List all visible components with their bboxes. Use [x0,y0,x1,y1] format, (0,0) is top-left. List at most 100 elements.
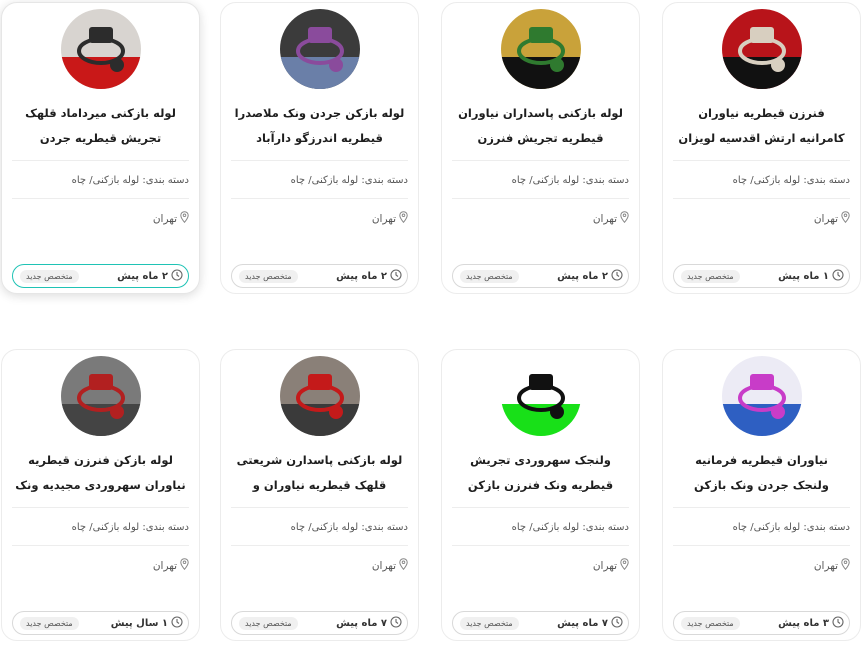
divider [231,507,408,508]
location-label: تهران [152,212,177,225]
posted-time: ۷ ماه پیش [557,615,623,631]
listing-title[interactable]: لوله بازکن جردن ونک ملاصدرا قیطریه اندرز… [233,101,406,153]
listing-card[interactable]: لوله بازکن جردن ونک ملاصدرا قیطریه اندرز… [220,2,419,294]
divider [12,160,189,161]
posted-time: ۲ ماه پیش [557,268,623,284]
listing-category: دسته بندی: لوله بازکنی/ چاه [290,175,408,186]
listing-location: تهران [814,558,850,573]
listing-location: تهران [593,558,629,573]
listing-footer: ۱ ماه پیش متخصص جدید [673,264,850,288]
location-pin-icon [841,211,850,226]
location-label: تهران [592,559,617,572]
clock-icon [611,268,623,284]
location-label: تهران [813,212,838,225]
location-label: تهران [813,559,838,572]
location-pin-icon [620,558,629,573]
new-specialist-badge: متخصص جدید [20,616,79,630]
posted-time: ۱ ماه پیش [778,268,844,284]
clock-icon [832,615,844,631]
divider [12,545,189,546]
listing-location: تهران [593,211,629,226]
location-pin-icon [841,558,850,573]
location-label: تهران [371,559,396,572]
location-label: تهران [152,559,177,572]
listing-location: تهران [372,558,408,573]
listing-title[interactable]: لوله بازکنی پاسدارن شریعتی قلهک قیطریه ن… [233,448,406,500]
listing-card[interactable]: فنرزن قیطریه نیاوران کامرانیه ارتش اقدسی… [662,2,861,294]
listing-photo[interactable] [500,356,581,436]
divider [452,198,629,199]
divider [12,507,189,508]
divider [673,545,850,546]
listing-footer: ۷ ماه پیش متخصص جدید [452,611,629,635]
new-specialist-badge: متخصص جدید [20,269,79,283]
listing-category: دسته بندی: لوله بازکنی/ چاه [71,522,189,533]
listing-card[interactable]: لوله بازکنی پاسداران نیاوران قیطریه تجری… [441,2,640,294]
listing-photo[interactable] [279,9,360,89]
listing-photo[interactable] [60,9,141,89]
posted-time: ۳ ماه پیش [778,615,844,631]
listing-location: تهران [372,211,408,226]
new-specialist-badge: متخصص جدید [460,269,519,283]
divider [673,198,850,199]
listing-footer: ۲ ماه پیش متخصص جدید [452,264,629,288]
posted-time: ۷ ماه پیش [336,615,402,631]
listing-photo[interactable] [721,9,802,89]
location-label: تهران [592,212,617,225]
listing-category: دسته بندی: لوله بازکنی/ چاه [732,175,850,186]
divider [452,507,629,508]
listing-footer: ۳ ماه پیش متخصص جدید [673,611,850,635]
posted-time-label: ۲ ماه پیش [336,270,387,282]
listing-card[interactable]: لوله بازکنی میرداماد قلهک تجریش قیطریه ج… [1,2,200,294]
listing-location: تهران [814,211,850,226]
listing-title[interactable]: لوله بازکنی میرداماد قلهک تجریش قیطریه ج… [14,101,187,153]
listing-photo[interactable] [500,9,581,89]
listing-card[interactable]: لوله بازکنی پاسدارن شریعتی قلهک قیطریه ن… [220,349,419,641]
listing-card[interactable]: نیاوران قیطریه فرمانیه ولنجک جردن ونک با… [662,349,861,641]
listing-footer: ۲ ماه پیش متخصص جدید [231,264,408,288]
posted-time: ۱ سال پیش [111,615,183,631]
listing-title[interactable]: ولنجک سهروردی تجریش قیطریه ونک فنرزن باز… [454,448,627,500]
new-specialist-badge: متخصص جدید [239,269,298,283]
divider [231,198,408,199]
location-pin-icon [180,211,189,226]
listing-category: دسته بندی: لوله بازکنی/ چاه [511,175,629,186]
listing-location: تهران [153,558,189,573]
listing-card[interactable]: ولنجک سهروردی تجریش قیطریه ونک فنرزن باز… [441,349,640,641]
location-pin-icon [399,558,408,573]
location-label: تهران [371,212,396,225]
listing-category: دسته بندی: لوله بازکنی/ چاه [732,522,850,533]
clock-icon [390,615,402,631]
posted-time-label: ۷ ماه پیش [557,617,608,629]
posted-time: ۲ ماه پیش [117,268,183,284]
location-pin-icon [399,211,408,226]
new-specialist-badge: متخصص جدید [239,616,298,630]
listing-category: دسته بندی: لوله بازکنی/ چاه [511,522,629,533]
listing-title[interactable]: فنرزن قیطریه نیاوران کامرانیه ارتش اقدسی… [675,101,848,153]
listing-footer: ۲ ماه پیش متخصص جدید [12,264,189,288]
divider [452,545,629,546]
listing-category: دسته بندی: لوله بازکنی/ چاه [71,175,189,186]
listing-title[interactable]: لوله بازکنی پاسداران نیاوران قیطریه تجری… [454,101,627,153]
listing-title[interactable]: نیاوران قیطریه فرمانیه ولنجک جردن ونک با… [675,448,848,500]
listing-grid: لوله بازکنی میرداماد قلهک تجریش قیطریه ج… [0,0,867,645]
listing-photo[interactable] [279,356,360,436]
posted-time: ۲ ماه پیش [336,268,402,284]
posted-time-label: ۲ ماه پیش [117,270,168,282]
listing-location: تهران [153,211,189,226]
divider [452,160,629,161]
posted-time-label: ۱ ماه پیش [778,270,829,282]
clock-icon [832,268,844,284]
new-specialist-badge: متخصص جدید [681,269,740,283]
new-specialist-badge: متخصص جدید [460,616,519,630]
divider [12,198,189,199]
listing-footer: ۱ سال پیش متخصص جدید [12,611,189,635]
clock-icon [611,615,623,631]
clock-icon [171,615,183,631]
listing-photo[interactable] [721,356,802,436]
divider [231,160,408,161]
listing-card[interactable]: لوله بازکن فنرزن قیطریه نیاوران سهروردی … [1,349,200,641]
listing-title[interactable]: لوله بازکن فنرزن قیطریه نیاوران سهروردی … [14,448,187,500]
listing-photo[interactable] [60,356,141,436]
posted-time-label: ۳ ماه پیش [778,617,829,629]
